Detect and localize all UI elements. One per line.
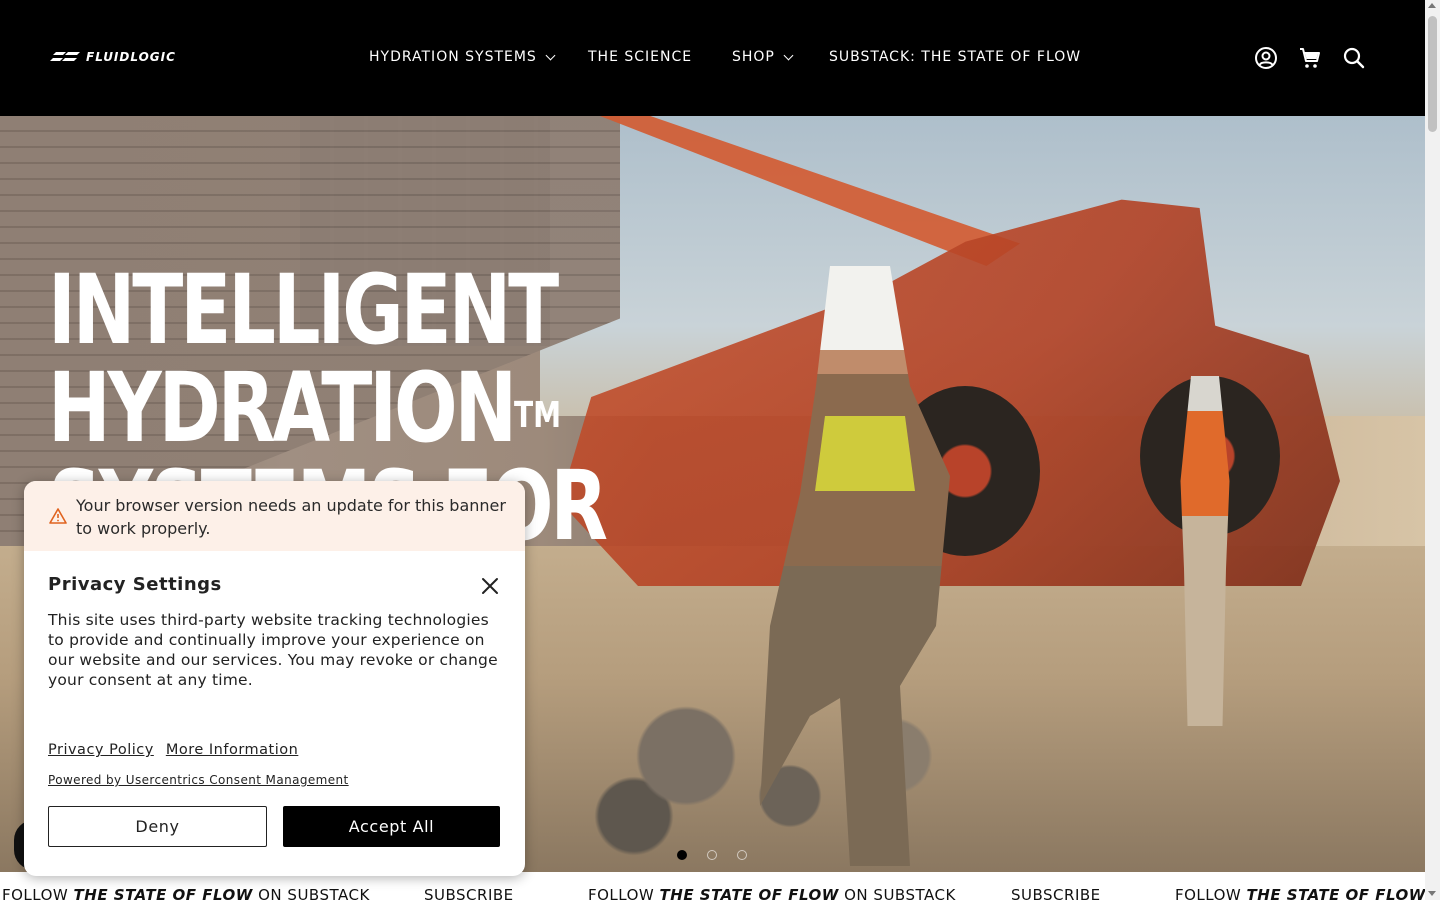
accept-all-button[interactable]: Accept All	[283, 806, 500, 847]
ticker-prefix: FOLLOW	[2, 886, 69, 900]
consent-links: Privacy Policy More Information	[48, 742, 298, 758]
cart-icon[interactable]	[1298, 46, 1322, 70]
account-icon[interactable]	[1254, 46, 1278, 70]
logo-wordmark: FLUIDLOGIC	[86, 50, 176, 64]
browser-warning-text: Your browser version needs an update for…	[76, 496, 506, 538]
ticker-item[interactable]: FOLLOW THE STATE OF FLOW ON SUBSTACK	[588, 886, 956, 900]
carousel-dot-3[interactable]	[737, 850, 747, 860]
privacy-policy-link[interactable]: Privacy Policy	[48, 742, 154, 758]
fluidlogic-logo[interactable]: FLUIDLOGIC	[50, 49, 176, 65]
consent-description: This site uses third-party website track…	[48, 611, 498, 689]
nav-label: SUBSTACK: THE STATE OF FLOW	[829, 49, 1082, 65]
scrollbar-thumb[interactable]	[1428, 16, 1437, 132]
nav-shop[interactable]: SHOP	[732, 49, 794, 65]
carousel-dots	[677, 850, 747, 860]
site-header: FLUIDLOGIC HYDRATION SYSTEMS THE SCIENCE…	[0, 0, 1425, 116]
consent-title: Privacy Settings	[48, 574, 222, 595]
ticker-item[interactable]: FOLLOW THE STATE OF FLOW ON SUBSTACK	[2, 886, 370, 900]
ticker-emphasis: THE STATE OF FLOW	[73, 886, 253, 900]
more-information-link[interactable]: More Information	[166, 742, 299, 758]
powered-by-link[interactable]: Powered by Usercentrics Consent Manageme…	[48, 773, 349, 787]
ticker-item[interactable]: FOLLOW THE STATE OF FLOW ON SUBSTACK	[1175, 886, 1425, 900]
ticker-emphasis: THE STATE OF FLOW	[1246, 886, 1425, 900]
ticker-prefix: FOLLOW	[1175, 886, 1242, 900]
scroll-up-arrow-icon[interactable]	[1428, 3, 1436, 8]
nav-substack[interactable]: SUBSTACK: THE STATE OF FLOW	[829, 49, 1081, 65]
logo-mark-icon	[50, 52, 80, 61]
browser-warning-banner: Your browser version needs an update for…	[24, 481, 525, 551]
nav-label: SHOP	[732, 49, 775, 65]
hero-line-1: INTELLIGENT	[48, 254, 559, 366]
trademark-symbol: TM	[514, 395, 562, 436]
search-icon[interactable]	[1342, 46, 1366, 70]
ticker-prefix: FOLLOW	[588, 886, 655, 900]
hero-image-safety-vest	[815, 416, 915, 491]
chevron-down-icon	[783, 50, 794, 60]
nav-hydration-systems[interactable]: HYDRATION SYSTEMS	[369, 49, 556, 65]
page-scrollbar[interactable]	[1425, 0, 1440, 900]
ticker-suffix: ON SUBSTACK	[844, 886, 956, 900]
deny-button[interactable]: Deny	[48, 806, 267, 847]
scroll-down-arrow-icon[interactable]	[1428, 891, 1436, 896]
nav-the-science[interactable]: THE SCIENCE	[588, 49, 692, 65]
ticker-subscribe[interactable]: SUBSCRIBE	[1011, 886, 1101, 900]
chevron-down-icon	[545, 50, 556, 60]
announcement-ticker: FOLLOW THE STATE OF FLOW ON SUBSTACK SUB…	[0, 872, 1425, 900]
ticker-suffix: ON SUBSTACK	[258, 886, 370, 900]
hero-line-2: HYDRATION	[48, 352, 517, 464]
carousel-dot-1[interactable]	[677, 850, 687, 860]
header-actions	[1254, 46, 1366, 70]
close-icon[interactable]	[480, 576, 500, 596]
nav-label: HYDRATION SYSTEMS	[369, 49, 537, 65]
nav-label: THE SCIENCE	[588, 49, 693, 65]
carousel-dot-2[interactable]	[707, 850, 717, 860]
warning-icon	[49, 508, 67, 524]
ticker-subscribe[interactable]: SUBSCRIBE	[424, 886, 514, 900]
ticker-emphasis: THE STATE OF FLOW	[659, 886, 839, 900]
privacy-consent-dialog: Your browser version needs an update for…	[24, 481, 525, 876]
